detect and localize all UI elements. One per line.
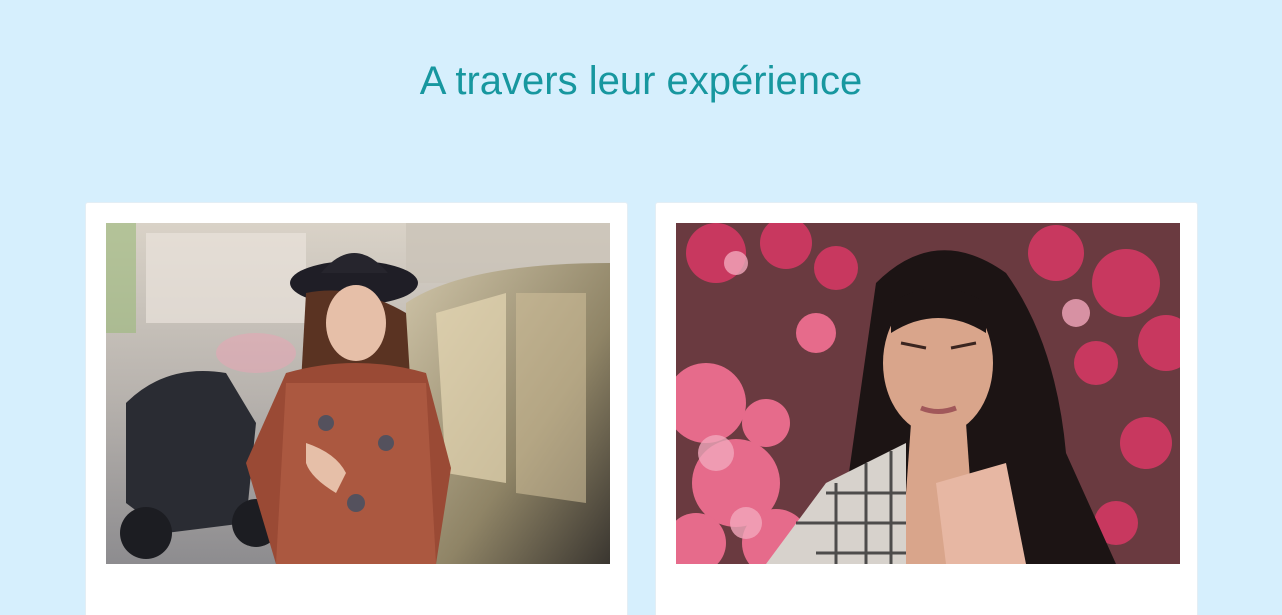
testimonial-card-2 xyxy=(655,202,1198,615)
testimonial-card-1 xyxy=(85,202,628,615)
testimonials-section: A travers leur expérience xyxy=(0,0,1282,615)
testimonial-photo-2 xyxy=(676,223,1180,564)
testimonial-photo-1 xyxy=(106,223,610,564)
section-title: A travers leur expérience xyxy=(419,59,863,103)
